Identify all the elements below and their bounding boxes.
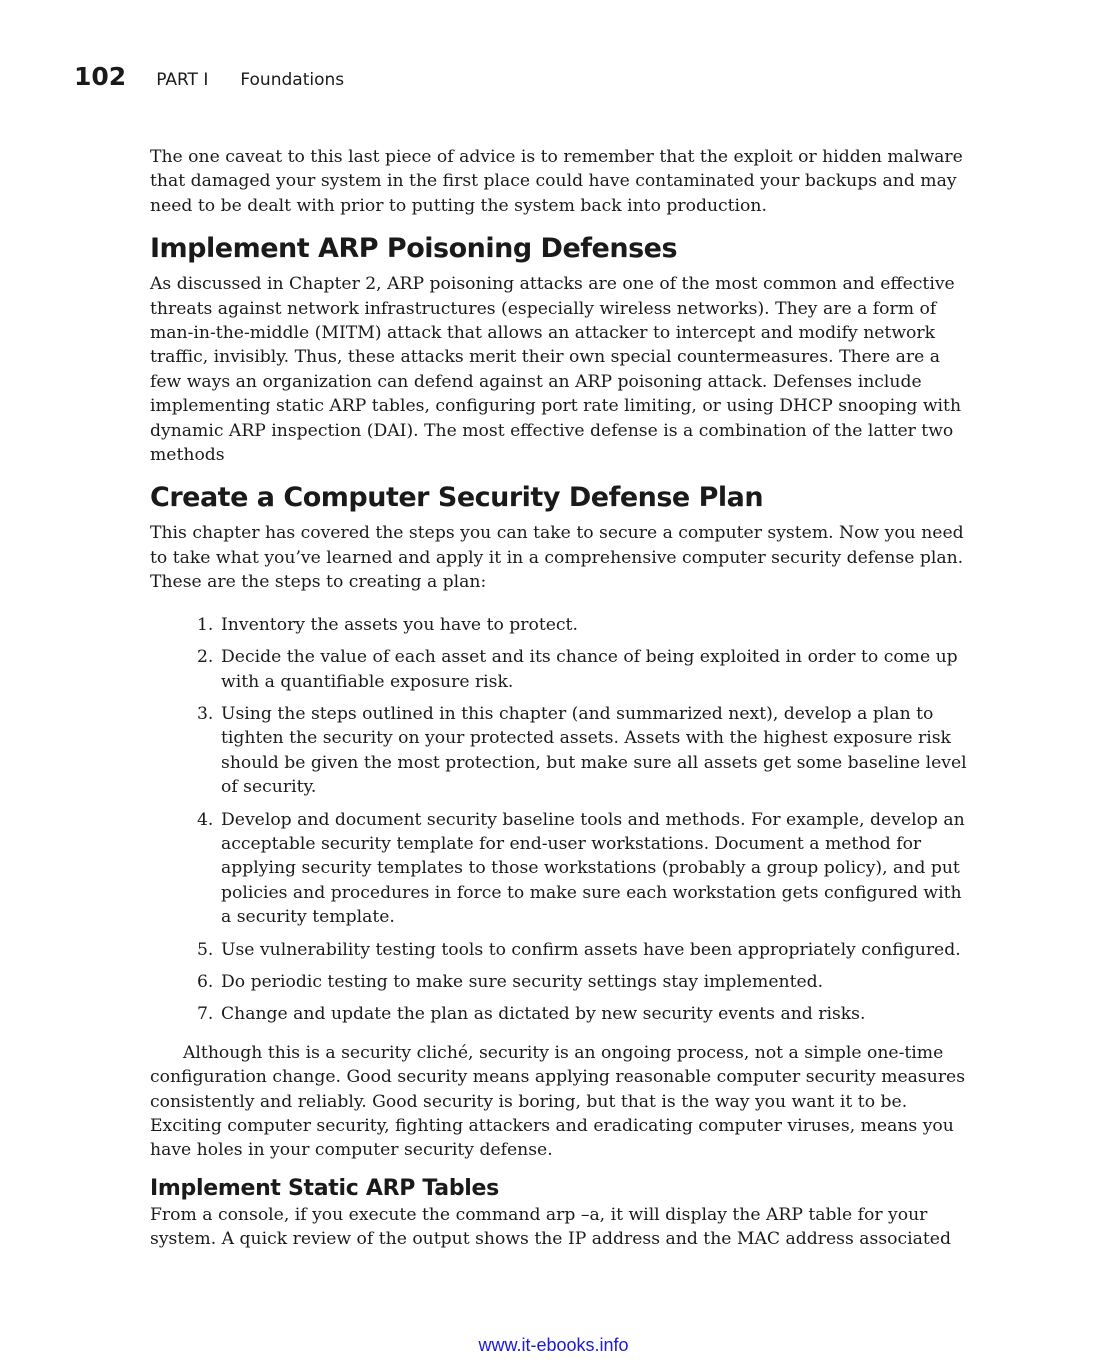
step-number: 3. — [197, 703, 214, 724]
footer-link[interactable]: www.it-ebooks.info — [478, 1335, 628, 1355]
defense-plan-paragraph: This chapter has covered the steps you c… — [150, 523, 964, 593]
closing-paragraph: Although this is a security cliché, secu… — [150, 1042, 966, 1161]
footer: www.it-ebooks.info — [0, 1335, 1107, 1356]
step-text: Decide the value of each asset and its c… — [221, 647, 958, 692]
list-item: 7. Change and update the plan as dictated… — [197, 1002, 970, 1026]
page-number: 102 — [74, 62, 127, 91]
list-item: 4. Develop and document security baseline… — [197, 808, 970, 930]
section-label: Foundations — [240, 70, 345, 90]
list-item: 3. Using the steps outlined in this chapt… — [197, 702, 970, 800]
step-text: Do periodic testing to make sure securit… — [221, 971, 824, 992]
plan-steps-list: 1. Inventory the assets you have to prote… — [150, 613, 970, 1027]
step-text: Develop and document security baseline t… — [221, 809, 965, 928]
running-head: 102 PART I Foundations — [74, 62, 344, 96]
static-arp-paragraph: From a console, if you execute the comma… — [150, 1204, 951, 1250]
arp-defenses-paragraph: As discussed in Chapter 2, ARP poisoning… — [150, 274, 962, 466]
step-text: Change and update the plan as dictated b… — [221, 1004, 866, 1025]
arp-defenses-heading: Implement ARP Poisoning Defenses — [150, 233, 678, 265]
list-item: 6. Do periodic testing to make sure secur… — [197, 970, 970, 994]
step-number: 5. — [197, 939, 214, 960]
step-number: 2. — [197, 647, 214, 668]
step-number: 1. — [197, 614, 214, 635]
static-arp-heading: Implement Static ARP Tables — [150, 1175, 499, 1201]
step-text: Inventory the assets you have to protect… — [221, 614, 578, 635]
defense-plan-heading: Create a Computer Security Defense Plan — [150, 482, 764, 514]
step-text: Using the steps outlined in this chapter… — [221, 703, 967, 798]
step-number: 7. — [197, 1004, 214, 1025]
part-label: PART I — [156, 70, 209, 90]
step-text: Use vulnerability testing tools to confi… — [221, 939, 961, 960]
list-item: 5. Use vulnerability testing tools to con… — [197, 938, 970, 962]
list-item: 2. Decide the value of each asset and its… — [197, 645, 970, 694]
step-number: 6. — [197, 971, 214, 992]
list-item: 1. Inventory the assets you have to prote… — [197, 613, 970, 637]
intro-paragraph: The one caveat to this last piece of adv… — [150, 147, 963, 216]
step-number: 4. — [197, 809, 214, 830]
page-body: The one caveat to this last piece of adv… — [150, 145, 970, 1252]
